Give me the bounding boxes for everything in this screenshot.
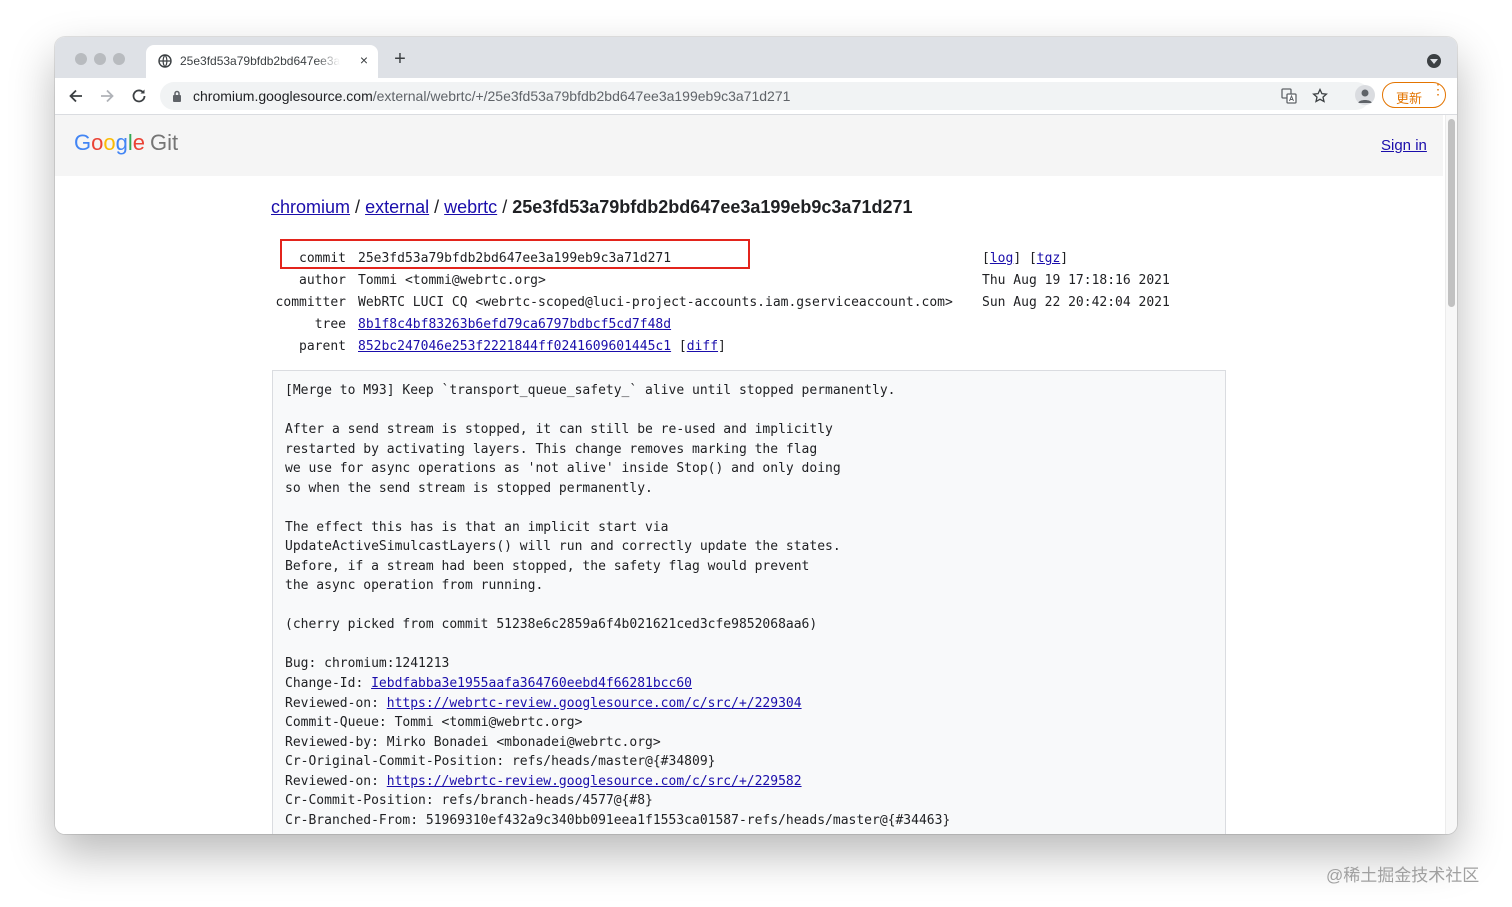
message-line: [Merge to M93] Keep `transport_queue_saf… <box>285 383 896 398</box>
google-git-logo[interactable]: Google Git <box>74 130 178 156</box>
bookmark-star-icon[interactable] <box>1312 88 1328 104</box>
forward-arrow-icon[interactable] <box>97 86 117 106</box>
url-path: /external/webrtc/+/25e3fd53a79bfdb2bd647… <box>372 88 791 104</box>
message-line: (cherry picked from commit 51238e6c2859a… <box>285 617 818 632</box>
update-button[interactable]: 更新 ⋮ <box>1382 82 1446 108</box>
breadcrumb: chromium / external / webrtc / 25e3fd53a… <box>271 197 913 218</box>
page-scrollbar[interactable] <box>1445 115 1457 834</box>
address-bar[interactable]: chromium.googlesource.com/external/webrt… <box>160 82 1370 110</box>
lock-icon[interactable] <box>172 90 182 102</box>
commit-message: [Merge to M93] Keep `transport_queue_saf… <box>272 370 1226 834</box>
new-tab-button[interactable]: + <box>391 49 409 69</box>
minimize-window-button[interactable] <box>94 53 106 65</box>
reviewed-on-label: Reviewed-on: <box>285 695 387 711</box>
message-line: restarted by activating layers. This cha… <box>285 441 818 457</box>
update-label: 更新 <box>1396 91 1423 106</box>
cr-branched-line: Cr-Branched-From: 51969310ef432a9c340bb0… <box>285 812 951 828</box>
git-wordmark: Git <box>150 130 179 155</box>
sign-in-link[interactable]: Sign in <box>1381 137 1427 154</box>
tree-label: tree <box>314 317 346 332</box>
diff-link[interactable]: diff <box>687 339 718 354</box>
url-text[interactable]: chromium.googlesource.com/external/webrt… <box>193 88 790 104</box>
google-wordmark: Google <box>74 130 146 155</box>
message-line: Bug: chromium:1241213 <box>285 656 450 671</box>
log-links: [log] [tgz] <box>982 251 1069 266</box>
breadcrumb-separator: / <box>502 197 508 217</box>
commit-queue-line: Commit-Queue: Tommi <tommi@webrtc.org> <box>285 715 583 730</box>
reviewed-on-line: Reviewed-on: https://webrtc-review.googl… <box>285 694 802 714</box>
reviewed-on-line: Reviewed-on: https://webrtc-review.googl… <box>285 772 802 792</box>
committer-value: WebRTC LUCI CQ <webrtc-scoped@luci-proje… <box>358 295 953 310</box>
committer-label: committer <box>275 295 346 310</box>
breadcrumb-chromium[interactable]: chromium <box>271 197 350 217</box>
reviewed-on-link[interactable]: https://webrtc-review.googlesource.com/c… <box>387 774 802 789</box>
site-header: Google Git Sign in <box>55 115 1443 176</box>
close-tab-icon[interactable]: × <box>355 51 373 69</box>
message-line: The effect this has is that an implicit … <box>285 519 669 535</box>
tab-search-icon[interactable] <box>1427 54 1441 68</box>
breadcrumb-separator: / <box>355 197 361 217</box>
message-line: UpdateActiveSimulcastLayers() will run a… <box>285 539 841 554</box>
author-value: Tommi <tommi@webrtc.org> <box>358 273 546 288</box>
tab-active[interactable]: 25e3fd53a79bfdb2bd647ee3a199eb9c3a71d271… <box>146 45 378 78</box>
committer-date: Sun Aug 22 20:42:04 2021 <box>982 295 1170 310</box>
message-line: Before, if a stream had been stopped, th… <box>285 558 810 574</box>
commit-highlight-box <box>280 239 750 269</box>
message-line: the async operation from running. <box>285 578 544 593</box>
browser-window: 25e3fd53a79bfdb2bd647ee3a199eb9c3a71d271… <box>55 37 1457 834</box>
parent-label: parent <box>299 339 346 354</box>
back-arrow-icon[interactable] <box>66 86 86 106</box>
breadcrumb-current-commit: 25e3fd53a79bfdb2bd647ee3a199eb9c3a71d271 <box>512 197 913 217</box>
message-line: so when the send stream is stopped perma… <box>285 480 653 496</box>
browser-toolbar: chromium.googlesource.com/external/webrt… <box>55 78 1457 115</box>
scrollbar-thumb[interactable] <box>1448 119 1455 307</box>
breadcrumb-webrtc[interactable]: webrtc <box>444 197 497 217</box>
page-viewport: Google Git Sign in chromium / external / … <box>55 115 1443 834</box>
author-date: Thu Aug 19 17:18:16 2021 <box>982 273 1170 288</box>
breadcrumb-external[interactable]: external <box>365 197 429 217</box>
message-line: we use for async operations as 'not aliv… <box>285 461 841 476</box>
menu-dots-icon[interactable]: ⋮ <box>1431 82 1445 96</box>
tab-title: 25e3fd53a79bfdb2bd647ee3a199eb9c3a71d271… <box>180 54 340 68</box>
change-id-line: Change-Id: Iebdfabba3e1955aafa364760eebd… <box>285 674 692 694</box>
reviewed-by-line: Reviewed-by: Mirko Bonadei <mbonadei@web… <box>285 734 661 750</box>
tab-strip: 25e3fd53a79bfdb2bd647ee3a199eb9c3a71d271… <box>55 37 1457 78</box>
close-window-button[interactable] <box>75 53 87 65</box>
log-link[interactable]: log <box>990 251 1013 266</box>
reload-icon[interactable] <box>129 86 149 106</box>
tree-hash-link[interactable]: 8b1f8c4bf83263b6efd79ca6797bdbcf5cd7f48d <box>358 314 671 336</box>
message-line: After a send stream is stopped, it can s… <box>285 422 833 437</box>
cr-commit-line: Cr-Commit-Position: refs/branch-heads/45… <box>285 793 653 808</box>
breadcrumb-separator: / <box>434 197 440 217</box>
parent-hash-link[interactable]: 852bc247046e253f2221844ff0241609601445c1 <box>358 339 671 354</box>
globe-icon <box>158 54 172 68</box>
translate-icon[interactable] <box>1281 88 1297 104</box>
reviewed-on-link[interactable]: https://webrtc-review.googlesource.com/c… <box>387 696 802 711</box>
tgz-link[interactable]: tgz <box>1037 251 1060 266</box>
cr-original-line: Cr-Original-Commit-Position: refs/heads/… <box>285 754 716 769</box>
profile-avatar-icon[interactable] <box>1355 85 1375 105</box>
url-host: chromium.googlesource.com <box>193 88 373 104</box>
zoom-window-button[interactable] <box>113 53 125 65</box>
reviewed-on-label: Reviewed-on: <box>285 773 387 789</box>
watermark: @稀土掘金技术社区 <box>1326 866 1480 885</box>
change-id-label: Change-Id: <box>285 676 372 691</box>
parent-links: 852bc247046e253f2221844ff0241609601445c1… <box>358 339 726 354</box>
author-label: author <box>299 273 346 288</box>
change-id-link[interactable]: Iebdfabba3e1955aafa364760eebd4f66281bcc6… <box>371 676 692 691</box>
